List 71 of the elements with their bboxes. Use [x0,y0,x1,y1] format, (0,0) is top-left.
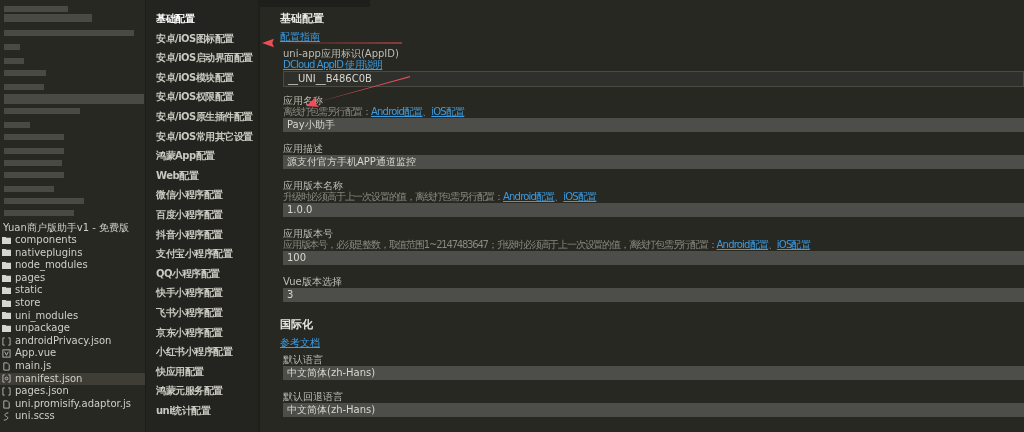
file-tree-item[interactable]: static [0,284,145,297]
file-tree-item[interactable]: androidPrivacy.json [0,334,145,348]
hint-text: 、 [768,239,777,250]
project-title[interactable]: Yuan商户版助手v1 - 免费版 [0,221,145,234]
file-tree-item[interactable]: main.js [0,359,145,373]
settings-menu-item[interactable]: 安卓/iOS启动界面配置 [146,48,253,68]
settings-menu-item[interactable]: 支付宝小程序配置 [146,244,232,264]
text-field[interactable]: 1.0.0 [283,203,1024,217]
settings-menu-item[interactable]: 小红书小程序配置 [146,342,232,362]
settings-menu-item[interactable]: QQ小程序配置 [146,263,220,284]
text-field[interactable]: 3 [283,288,1024,302]
brackets-icon [2,336,11,346]
settings-menu-item[interactable]: 安卓/iOS常用其它设置 [146,126,253,147]
text-field[interactable]: 中文简体(zh-Hans) [283,366,1024,380]
config-link[interactable]: iOS配置 [563,191,597,202]
file-tree-item[interactable]: store [0,296,145,310]
settings-menu-item[interactable]: 安卓/iOS原生插件配置 [146,106,253,127]
section-title: 基础配置 [280,13,325,25]
settings-menu-item[interactable]: Web配置 [146,165,199,186]
vue-file-icon [2,349,11,359]
text-field[interactable]: Pay小助手 [283,118,1024,132]
settings-menu-item[interactable]: 百度小程序配置 [146,204,223,225]
file-tree-item[interactable]: uni.scss [0,410,145,423]
file-tree-item[interactable]: unpackage [0,322,145,335]
field-label: uni-app应用标识(AppID) [283,48,400,59]
field-label: Vue版本选择 [283,276,343,287]
settings-menu-item[interactable]: 京东小程序配置 [146,322,223,343]
settings-menu-item[interactable]: 飞书小程序配置 [146,302,223,323]
config-link[interactable]: iOS配置 [431,106,465,117]
file-tree-item[interactable]: pages [0,271,145,285]
manifest-icon [2,374,11,384]
hint-text: 离线打包需另行配置： [283,106,371,117]
text-field[interactable]: 100 [283,251,1024,265]
text-field[interactable]: 源支付官方手机APP通道监控 [283,155,1024,169]
text-field[interactable]: __UNI__B486C0B [283,71,1024,87]
file-tree-item[interactable]: uni_modules [0,309,145,323]
file-tree-item[interactable]: App.vue [0,347,145,360]
file-tree-item[interactable]: uni.promisify.adaptor.js [0,397,145,411]
settings-menu-item[interactable]: 鸿蒙元服务配置 [146,381,223,401]
field-label: 默认语言 [283,354,324,365]
config-link[interactable]: DCloud AppID 使用说明 [283,59,383,70]
field-label: 应用版本名称 [283,180,344,191]
file-tree-item[interactable]: node_modules [0,259,145,272]
settings-menu-item[interactable]: 鸿蒙App配置 [146,146,215,166]
settings-menu-item[interactable]: uni统计配置 [146,400,211,421]
hint-text: 、 [422,106,432,117]
section-title: 国际化 [280,319,314,331]
file-tree-item[interactable]: nativeplugins [0,246,145,260]
guide-link[interactable]: 配置指南 [280,31,320,42]
settings-menu-item[interactable]: 微信小程序配置 [146,185,223,205]
file-tree-item[interactable]: pages.json [0,385,145,398]
text-field[interactable]: 中文简体(zh-Hans) [283,403,1024,417]
file-icon [2,361,11,371]
field-label: 应用描述 [283,143,324,154]
settings-menu-item[interactable]: 快应用配置 [146,361,204,382]
file-tree-item[interactable]: components [0,234,145,247]
config-link[interactable]: iOS配置 [776,239,810,250]
settings-menu-item[interactable]: 安卓/iOS模块配置 [146,67,234,88]
settings-menu-item[interactable]: 基础配置 [146,9,194,29]
field-label: 默认回退语言 [283,391,344,402]
settings-menu-item[interactable]: 快手小程序配置 [146,283,223,303]
style-file-icon [2,412,11,422]
guide-link[interactable]: 参考文档 [280,337,320,348]
brackets-icon [2,386,11,396]
hint-text: 、 [554,191,564,202]
settings-menu-item[interactable]: 安卓/iOS权限配置 [146,87,234,107]
settings-menu-item[interactable]: 安卓/iOS图标配置 [146,28,234,49]
file-icon [2,399,11,409]
file-tree-item[interactable]: manifest.json [0,372,145,386]
settings-menu-item[interactable]: 抖音小程序配置 [146,224,223,245]
field-label: 应用版本号 [283,228,334,239]
